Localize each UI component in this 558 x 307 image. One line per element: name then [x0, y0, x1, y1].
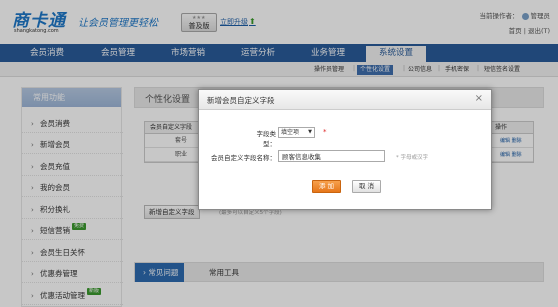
close-icon[interactable]: ×	[475, 93, 483, 104]
field-name-label: 会员自定义字段名称：	[211, 154, 276, 162]
add-field-dialog: 新增会员自定义字段 × 字段类型： 填空项 ▼ * 会员自定义字段名称： * 字…	[198, 89, 492, 210]
field-type-select[interactable]: 填空项 ▼	[278, 127, 315, 138]
add-button[interactable]: 添 加	[312, 180, 341, 193]
field-name-input[interactable]	[278, 150, 385, 162]
field-type-label: 字段类型：	[256, 130, 277, 148]
dialog-title: 新增会员自定义字段	[207, 96, 275, 105]
chevron-down-icon: ▼	[308, 129, 312, 135]
required-mark: *	[323, 128, 327, 136]
field-name-hint: * 字母或汉字	[396, 155, 428, 161]
field-type-value: 填空项	[281, 129, 300, 136]
cancel-button[interactable]: 取 消	[352, 180, 381, 193]
dialog-header: 新增会员自定义字段 ×	[199, 90, 491, 110]
